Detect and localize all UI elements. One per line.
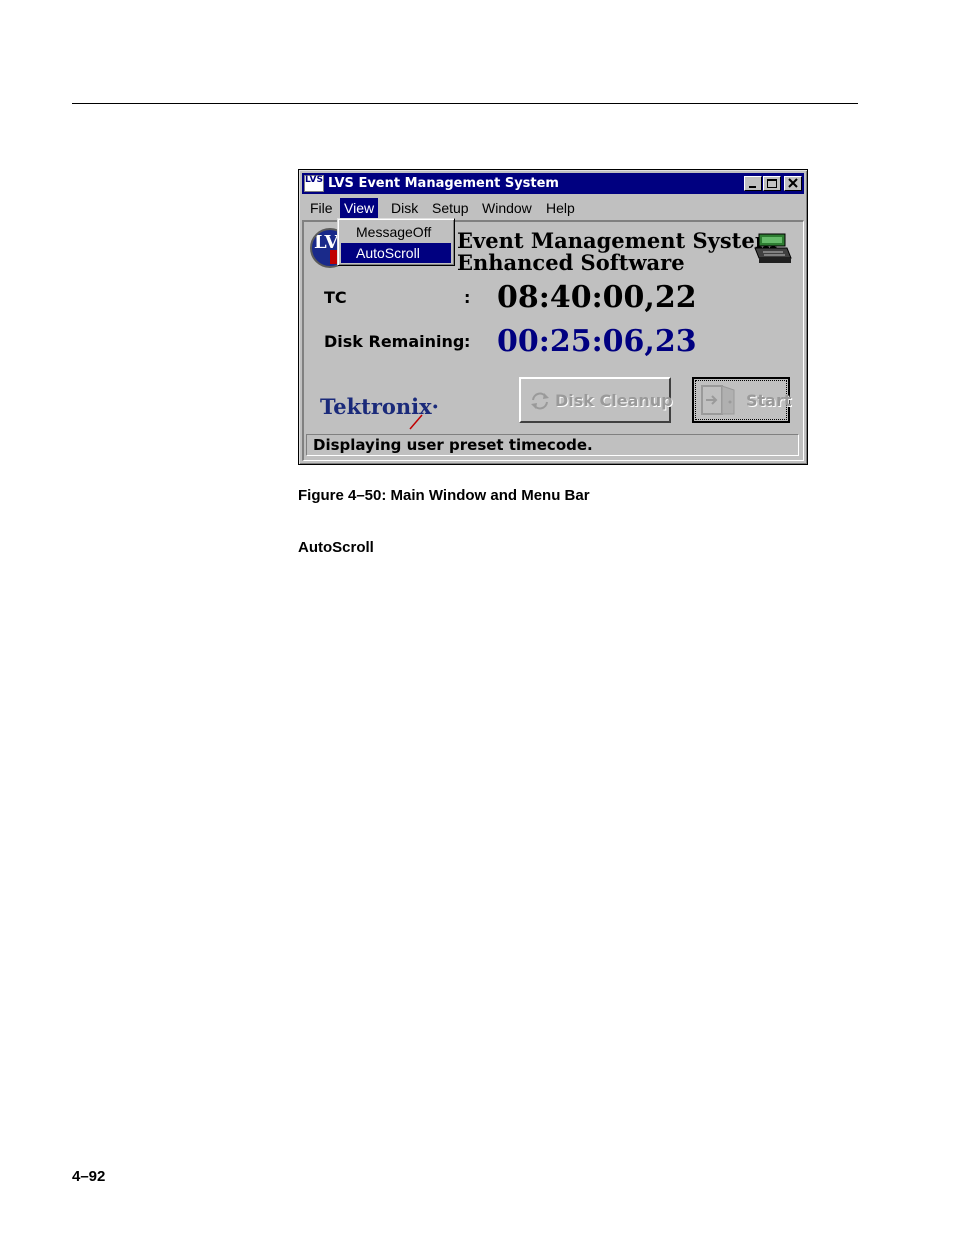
start-button[interactable]: Start — [692, 377, 792, 423]
close-icon — [788, 178, 798, 188]
disk-remaining-colon: : — [464, 332, 471, 351]
minimize-button[interactable] — [744, 176, 762, 191]
printer-icon — [754, 233, 792, 263]
top-rule — [72, 103, 858, 104]
section-heading: AutoScroll — [298, 539, 374, 556]
tektronix-slash-icon — [409, 414, 423, 430]
maximize-button[interactable] — [763, 176, 781, 191]
figure-caption: Figure 4–50: Main Window and Menu Bar — [298, 487, 590, 504]
tektronix-mark: · — [431, 394, 439, 419]
menu-window[interactable]: Window — [478, 198, 536, 218]
tc-colon: : — [464, 288, 471, 307]
header-line-2: Enhanced Software — [457, 250, 685, 275]
close-button[interactable] — [784, 176, 802, 191]
page-number: 4–92 — [72, 1168, 106, 1185]
tc-label: TC — [324, 288, 347, 307]
maximize-icon — [767, 179, 777, 188]
menu-item-autoscroll[interactable]: AutoScroll — [341, 243, 451, 263]
menu-setup[interactable]: Setup — [428, 198, 473, 218]
app-icon[interactable]: LVS — [304, 175, 324, 192]
menu-item-messageoff[interactable]: MessageOff — [341, 222, 451, 242]
start-door-icon — [701, 385, 735, 415]
menu-file[interactable]: File — [306, 198, 337, 218]
disk-remaining-value: 00:25:06,23 — [497, 324, 697, 359]
menu-view[interactable]: View — [340, 198, 379, 218]
disk-cleanup-label: Disk Cleanup — [555, 391, 673, 410]
minimize-icon — [749, 186, 756, 188]
menu-bar: File View Disk Setup Window Help — [302, 195, 804, 220]
menu-help[interactable]: Help — [542, 198, 579, 218]
disk-remaining-label: Disk Remaining — [324, 332, 465, 351]
status-bar: Displaying user preset timecode. — [306, 434, 799, 456]
title-bar[interactable]: LVS LVS Event Management System — [302, 173, 804, 194]
main-window: LVS LVS Event Management System File Vie… — [298, 169, 808, 465]
view-dropdown-menu: MessageOff AutoScroll — [337, 218, 455, 266]
disk-cleanup-button[interactable]: Disk Cleanup — [519, 377, 673, 423]
refresh-icon — [531, 392, 549, 410]
tc-value: 08:40:00,22 — [497, 280, 697, 315]
start-label: Start — [746, 391, 792, 410]
window-title: LVS Event Management System — [328, 176, 559, 191]
menu-disk[interactable]: Disk — [387, 198, 422, 218]
